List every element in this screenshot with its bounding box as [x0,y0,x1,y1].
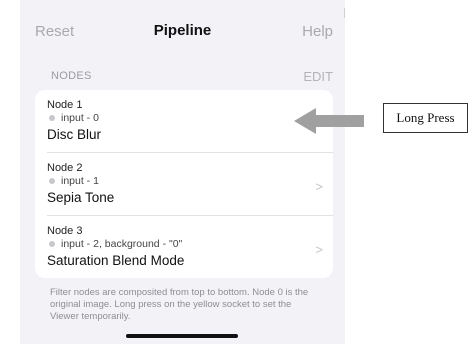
node-name: Saturation Blend Mode [47,253,185,268]
nodes-list: Node 1 input - 0 Disc Blur Node 2 input … [35,90,333,278]
socket-dot-icon[interactable] [49,115,55,121]
node-name: Sepia Tone [47,190,115,205]
list-item-node-2[interactable]: Node 2 input - 1 Sepia Tone > [35,153,333,216]
footer-note: Filter nodes are composited from top to … [50,287,309,322]
node-input-label: input - 2, background - "0" [61,238,183,250]
node-title: Node 2 [47,162,83,174]
section-header-nodes: NODES [51,70,92,82]
socket-dot-icon[interactable] [49,241,55,247]
node-input-label: input - 0 [61,112,99,124]
edit-button[interactable]: EDIT [303,69,333,84]
list-item-node-3[interactable]: Node 3 input - 2, background - "0" Satur… [35,216,333,278]
socket-dot-icon[interactable] [49,178,55,184]
reset-button[interactable]: Reset [35,23,74,40]
chevron-right-icon: > [315,179,323,194]
navigation-bar: Reset Pipeline Help [20,0,345,62]
home-indicator[interactable] [126,334,238,338]
node-title: Node 1 [47,99,83,111]
node-name: Disc Blur [47,127,102,142]
help-button[interactable]: Help [302,23,333,40]
node-title: Node 3 [47,225,83,237]
app-screen: Reset Pipeline Help NODES EDIT Node 1 in… [20,0,345,344]
node-input-label: input - 1 [61,175,99,187]
long-press-callout: Long Press [383,103,468,133]
left-arrow-icon [294,108,364,134]
node-input: input - 2, background - "0" [47,238,182,250]
divider-tick [344,8,345,18]
node-input: input - 1 [47,175,99,187]
chevron-right-icon: > [315,242,323,257]
callout-label: Long Press [396,110,455,125]
list-item-node-1[interactable]: Node 1 input - 0 Disc Blur [35,90,333,153]
node-input: input - 0 [47,112,99,124]
